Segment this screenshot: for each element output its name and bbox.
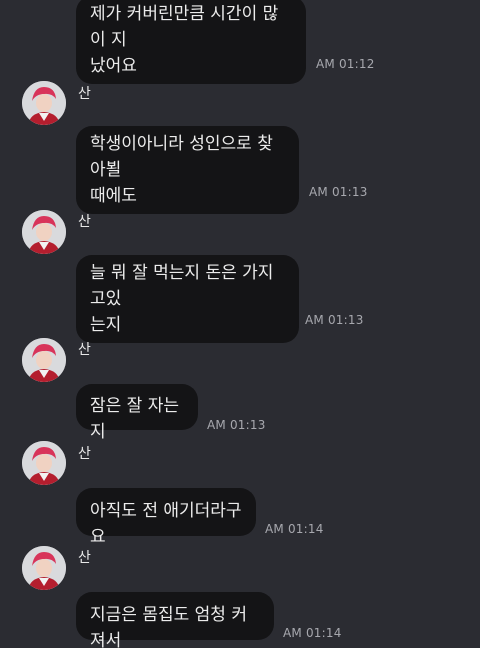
message-timestamp: AM 01:13: [309, 185, 368, 199]
message-timestamp: AM 01:14: [283, 626, 342, 640]
message-timestamp: AM 01:12: [316, 57, 375, 71]
avatar[interactable]: [22, 81, 66, 125]
message-bubble[interactable]: 제가 커버린만큼 시간이 많이 지 났어요: [76, 0, 306, 84]
message-bubble[interactable]: 학생이아니라 성인으로 찾아뵐 때에도: [76, 126, 299, 214]
message-bubble[interactable]: 아직도 전 애기더라구요: [76, 488, 256, 547]
profile-photo-icon: [22, 210, 66, 254]
avatar[interactable]: [22, 441, 66, 485]
message-bubble[interactable]: 잠은 잘 자는지: [76, 384, 198, 442]
message-bubble[interactable]: 지금은 몸집도 엄청 커져서: [76, 592, 274, 648]
profile-photo-icon: [22, 81, 66, 125]
chat-window: 제가 커버린만큼 시간이 많이 지 났어요 AM 01:12 산 학생이아니라 …: [0, 0, 480, 648]
message-timestamp: AM 01:13: [305, 313, 364, 327]
sender-name: 산: [78, 550, 91, 566]
profile-photo-icon: [22, 441, 66, 485]
sender-name: 산: [78, 214, 91, 230]
avatar[interactable]: [22, 546, 66, 590]
profile-photo-icon: [22, 338, 66, 382]
message-timestamp: AM 01:13: [207, 418, 266, 432]
profile-photo-icon: [22, 546, 66, 590]
avatar[interactable]: [22, 210, 66, 254]
avatar[interactable]: [22, 338, 66, 382]
sender-name: 산: [78, 342, 91, 358]
message-bubble[interactable]: 늘 뭐 잘 먹는지 돈은 가지고있 는지: [76, 255, 299, 343]
sender-name: 산: [78, 446, 91, 462]
sender-name: 산: [78, 86, 91, 102]
message-timestamp: AM 01:14: [265, 522, 324, 536]
